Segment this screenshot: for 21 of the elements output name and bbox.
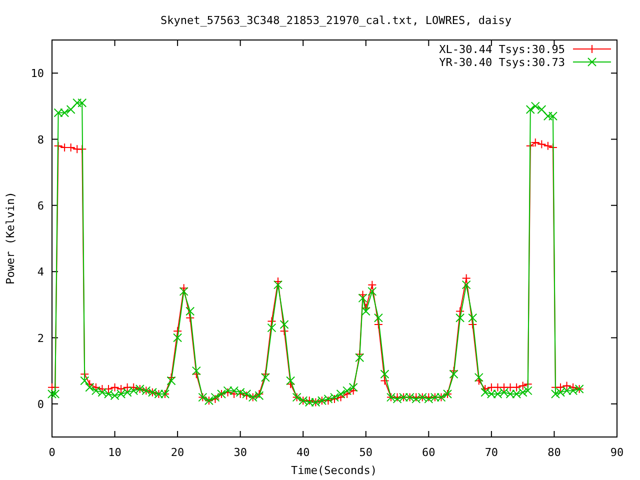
chart-title: Skynet_57563_3C348_21853_21970_cal.txt, LOWRES, daisy: [160, 14, 512, 27]
x-tick-label: 0: [48, 446, 56, 459]
x-tick-label: 90: [610, 446, 624, 459]
y-tick-label: 8: [37, 133, 44, 146]
x-tick-label: 70: [484, 446, 498, 459]
x-axis-label: Time(Seconds): [290, 464, 378, 477]
legend-label: YR-30.40 Tsys:30.73: [439, 56, 565, 69]
y-tick-label: 0: [37, 398, 44, 411]
legend-label: XL-30.44 Tsys:30.95: [439, 43, 565, 56]
x-tick-label: 10: [108, 446, 122, 459]
y-tick-label: 2: [37, 332, 44, 345]
y-tick-label: 10: [30, 67, 44, 80]
y-tick-label: 4: [37, 266, 44, 279]
x-tick-label: 20: [170, 446, 184, 459]
x-tick-label: 30: [234, 446, 247, 459]
y-tick-label: 6: [37, 199, 44, 212]
x-tick-label: 40: [296, 446, 310, 459]
x-tick-label: 60: [422, 446, 436, 459]
x-tick-label: 80: [548, 446, 561, 459]
x-tick-label: 50: [359, 446, 373, 459]
y-axis-label: Power (Kelvin): [4, 192, 17, 284]
